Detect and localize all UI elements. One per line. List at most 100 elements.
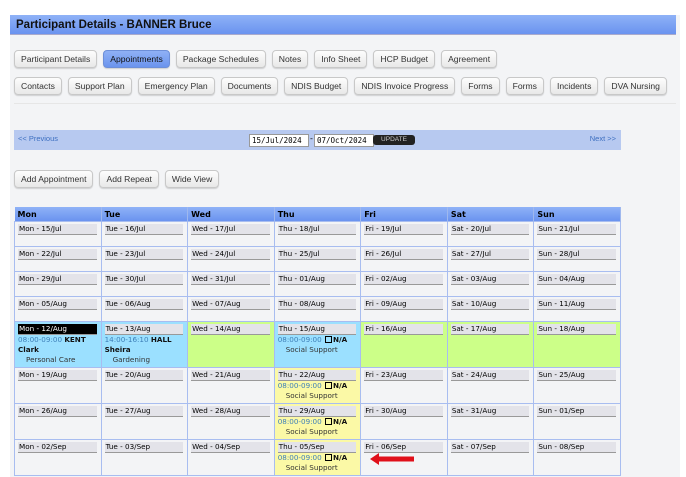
calendar-day-cell[interactable]: Thu - 29/Aug 08:00-09:00 N/A Social Suppor…: [273, 403, 362, 440]
tab-notes[interactable]: Notes: [271, 50, 309, 68]
day-label[interactable]: Mon - 26/Aug: [18, 406, 97, 417]
previous-link[interactable]: << Previous: [18, 134, 58, 143]
calendar-day-cell[interactable]: Mon - 15/Jul: [14, 221, 102, 247]
day-label[interactable]: Sat - 07/Sep: [450, 442, 530, 453]
day-label[interactable]: Sun - 28/Jul: [537, 249, 616, 260]
calendar-day-cell[interactable]: Thu - 08/Aug: [273, 296, 362, 322]
day-label[interactable]: Wed - 14/Aug: [191, 324, 270, 335]
day-label[interactable]: Fri - 02/Aug: [364, 274, 443, 285]
calendar-day-cell[interactable]: Mon - 22/Jul: [14, 246, 102, 272]
date-from-input[interactable]: [249, 134, 309, 147]
calendar-day-cell[interactable]: Sun - 08/Sep: [533, 439, 621, 476]
tab-hcp-budget[interactable]: HCP Budget: [373, 50, 436, 68]
day-label[interactable]: Tue - 30/Jul: [104, 274, 184, 285]
checkbox-icon[interactable]: [325, 418, 333, 425]
day-label[interactable]: Tue - 20/Aug: [104, 370, 184, 381]
day-label[interactable]: Sun - 25/Aug: [537, 370, 616, 381]
calendar-day-cell[interactable]: Tue - 13/Aug 14:00-16:10 HALL Sheira Garde…: [100, 321, 189, 368]
day-label[interactable]: Thu - 18/Jul: [277, 224, 357, 235]
calendar-day-cell[interactable]: Fri - 26/Jul: [360, 246, 448, 272]
tab-ndis-budget[interactable]: NDIS Budget: [284, 77, 349, 95]
day-label[interactable]: Sun - 01/Sep: [537, 406, 616, 417]
calendar-day-cell[interactable]: Sat - 31/Aug: [446, 403, 535, 440]
tab-ndis-invoice-progress[interactable]: NDIS Invoice Progress: [354, 77, 456, 95]
calendar-day-cell[interactable]: Wed - 31/Jul: [187, 271, 275, 297]
day-label[interactable]: Mon - 22/Jul: [18, 249, 97, 260]
calendar-day-cell[interactable]: Sat - 17/Aug: [446, 321, 535, 368]
calendar-day-cell[interactable]: Sun - 25/Aug: [533, 367, 621, 404]
day-label[interactable]: Fri - 23/Aug: [364, 370, 443, 381]
day-label[interactable]: Wed - 17/Jul: [191, 224, 270, 235]
calendar-day-cell[interactable]: Sat - 24/Aug: [446, 367, 535, 404]
day-label[interactable]: Tue - 16/Jul: [104, 224, 184, 235]
tab-documents[interactable]: Documents: [220, 77, 279, 95]
day-label[interactable]: Thu - 08/Aug: [277, 299, 357, 310]
calendar-day-cell[interactable]: Fri - 16/Aug: [360, 321, 448, 368]
day-label[interactable]: Fri - 26/Jul: [364, 249, 443, 260]
calendar-day-cell[interactable]: Sat - 20/Jul: [446, 221, 535, 247]
day-label[interactable]: Wed - 24/Jul: [191, 249, 270, 260]
calendar-day-cell[interactable]: Thu - 25/Jul: [273, 246, 362, 272]
tab-participant-details[interactable]: Participant Details: [14, 50, 98, 68]
tab-emergency-plan[interactable]: Emergency Plan: [137, 77, 215, 95]
calendar-day-cell[interactable]: Thu - 22/Aug 08:00-09:00 N/A Social Suppor…: [273, 367, 362, 404]
tab-support-plan[interactable]: Support Plan: [67, 77, 132, 95]
calendar-day-cell[interactable]: Fri - 23/Aug: [360, 367, 448, 404]
day-label[interactable]: Fri - 19/Jul: [364, 224, 443, 235]
day-label[interactable]: Thu - 05/Sep: [277, 442, 357, 453]
calendar-day-cell[interactable]: Fri - 02/Aug: [360, 271, 448, 297]
day-label[interactable]: Mon - 02/Sep: [18, 442, 97, 453]
calendar-day-cell[interactable]: Fri - 19/Jul: [360, 221, 448, 247]
calendar-day-cell[interactable]: Sun - 01/Sep: [533, 403, 621, 440]
wide-view-button[interactable]: Wide View: [164, 170, 220, 188]
calendar-day-cell[interactable]: Mon - 05/Aug: [14, 296, 102, 322]
add-repeat-button[interactable]: Add Repeat: [99, 170, 159, 188]
calendar-day-cell[interactable]: Sun - 28/Jul: [533, 246, 621, 272]
day-label[interactable]: Mon - 19/Aug: [18, 370, 97, 381]
calendar-day-cell[interactable]: Sat - 03/Aug: [446, 271, 535, 297]
day-label[interactable]: Thu - 25/Jul: [277, 249, 357, 260]
calendar-day-cell[interactable]: Wed - 21/Aug: [187, 367, 275, 404]
appointment[interactable]: 14:00-16:10 HALL Sheira Gardening: [105, 335, 184, 365]
calendar-day-cell[interactable]: Sat - 27/Jul: [446, 246, 535, 272]
day-label[interactable]: Fri - 09/Aug: [364, 299, 443, 310]
calendar-day-cell[interactable]: Mon - 02/Sep: [14, 439, 102, 476]
tab-agreement[interactable]: Agreement: [441, 50, 498, 68]
update-button[interactable]: UPDATE: [373, 135, 415, 145]
day-label[interactable]: Thu - 15/Aug: [277, 324, 357, 335]
day-label[interactable]: Sat - 03/Aug: [450, 274, 530, 285]
tab-info-sheet[interactable]: Info Sheet: [314, 50, 368, 68]
calendar-day-cell[interactable]: Thu - 15/Aug 08:00-09:00 N/A Social Suppor…: [273, 321, 362, 368]
day-label[interactable]: Fri - 30/Aug: [364, 406, 443, 417]
day-label[interactable]: Sun - 04/Aug: [537, 274, 616, 285]
day-label[interactable]: Wed - 07/Aug: [191, 299, 270, 310]
calendar-day-cell[interactable]: Sun - 04/Aug: [533, 271, 621, 297]
calendar-day-cell[interactable]: Wed - 17/Jul: [187, 221, 275, 247]
appointment[interactable]: 08:00-09:00 N/A Social Support: [278, 453, 357, 473]
calendar-day-cell[interactable]: Tue - 03/Sep: [100, 439, 189, 476]
tab-forms[interactable]: Forms: [461, 77, 500, 95]
checkbox-icon[interactable]: [325, 382, 333, 389]
tab-appointments[interactable]: Appointments: [103, 50, 170, 68]
calendar-day-cell[interactable]: Wed - 04/Sep: [187, 439, 275, 476]
calendar-day-cell[interactable]: Sat - 10/Aug: [446, 296, 535, 322]
calendar-day-cell[interactable]: Wed - 28/Aug: [187, 403, 275, 440]
calendar-day-cell[interactable]: Tue - 30/Jul: [100, 271, 189, 297]
calendar-day-cell[interactable]: Wed - 14/Aug: [187, 321, 275, 368]
day-label[interactable]: Tue - 06/Aug: [104, 299, 184, 310]
appointment[interactable]: 08:00-09:00 N/A Social Support: [278, 381, 357, 401]
calendar-day-cell[interactable]: Fri - 09/Aug: [360, 296, 448, 322]
day-label[interactable]: Mon - 12/Aug: [18, 324, 97, 335]
day-label[interactable]: Sat - 24/Aug: [450, 370, 530, 381]
day-label[interactable]: Thu - 22/Aug: [277, 370, 357, 381]
appointment[interactable]: 08:00-09:00 N/A Social Support: [278, 417, 357, 437]
day-label[interactable]: Thu - 29/Aug: [277, 406, 357, 417]
calendar-day-cell[interactable]: Tue - 06/Aug: [100, 296, 189, 322]
day-label[interactable]: Mon - 29/Jul: [18, 274, 97, 285]
appointment[interactable]: 08:00-09:00 KENT Clark Personal Care: [18, 335, 97, 365]
calendar-day-cell[interactable]: Thu - 01/Aug: [273, 271, 362, 297]
calendar-day-cell[interactable]: Mon - 12/Aug 08:00-09:00 KENT Clark Person…: [14, 321, 102, 368]
day-label[interactable]: Wed - 04/Sep: [191, 442, 270, 453]
day-label[interactable]: Sun - 08/Sep: [537, 442, 616, 453]
calendar-day-cell[interactable]: Sun - 21/Jul: [533, 221, 621, 247]
